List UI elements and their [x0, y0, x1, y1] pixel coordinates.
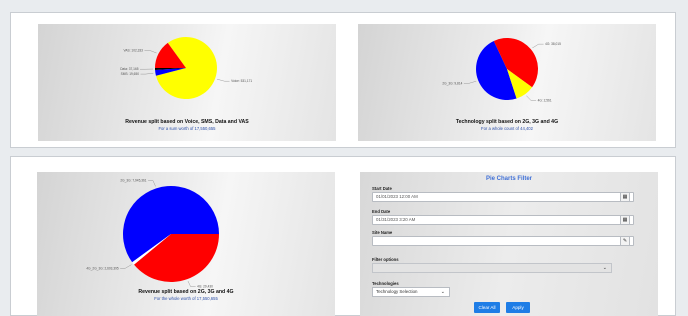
slice-leader-line	[532, 43, 544, 49]
chart-subtitle: For the whole worth of 17,550,655	[154, 296, 218, 301]
technologies-label: Technologies	[372, 281, 399, 286]
chart-subtitle: For a sum worth of 17,550,655	[158, 126, 216, 131]
edit-icon[interactable]: ✎	[620, 236, 630, 246]
chart-title: Revenue split based on Voice, SMS, Data …	[125, 119, 249, 125]
slice-leader-line	[187, 280, 196, 287]
apply-button[interactable]: Apply	[506, 302, 530, 313]
end-date-input[interactable]: 01/31/2023 3:20 AM	[372, 215, 634, 225]
slice-leader-line	[120, 264, 132, 269]
chart-title: Technology split based on 2G, 3G and 4G	[455, 119, 559, 125]
chart-panel-revenue-type: Voice: 531,171 SMS: 19,650 Data: 37,165 VAS…	[38, 24, 336, 141]
slice-leader-line	[144, 50, 157, 54]
slice-leader-line	[217, 79, 230, 82]
slice-leader-line	[526, 95, 537, 101]
slice-label: 4G: 2,561	[538, 99, 552, 103]
technologies-value: Technology Selection	[376, 289, 418, 294]
filter-options-select[interactable]: ⌄	[372, 263, 612, 273]
slice-leader-line	[463, 80, 477, 84]
filter-options-label: Filter options	[372, 257, 399, 262]
slice-label: Voice: 531,171	[231, 79, 252, 83]
chart-subtitle: For a whole count of 44,402	[481, 126, 533, 131]
slice-leader-line	[140, 72, 154, 75]
chart-title: Revenue split based on 2G, 3G and 4G	[138, 289, 234, 295]
end-date-label: End Date	[372, 209, 391, 214]
technologies-select[interactable]: Technology Selection ⌄	[372, 287, 450, 297]
chevron-down-icon: ⌄	[440, 289, 445, 295]
slice-label: SMS: 19,650	[121, 72, 140, 76]
calendar-icon[interactable]: ▦	[620, 215, 630, 225]
slice-label: 4G_2G_3G: 2,603,395	[86, 266, 118, 270]
filter-title: Pie Charts Filter	[485, 176, 532, 182]
slice-leader-line	[148, 180, 156, 187]
start-date-input[interactable]: 01/01/2023 12:00 AM	[372, 192, 634, 202]
site-name-input[interactable]	[372, 236, 634, 246]
calendar-icon[interactable]: ▦	[620, 192, 630, 202]
chart-panel-technology-count: 2G_3G: 9,814 4G: 38,015 4G: 2,561 Technolo…	[358, 24, 656, 141]
site-name-label: Site Name	[372, 230, 393, 235]
slice-label: 2G_3G: 7,945,361	[120, 179, 146, 183]
start-date-label: Start Date	[372, 186, 392, 191]
slice-label: Data: 37,165	[120, 67, 138, 71]
chart-panel-revenue-technology: 2G_3G: 7,945,361 4G: 29,430 4G_2G_3G: 2,60…	[37, 172, 335, 316]
slice-label: 2G_3G: 9,814	[442, 81, 462, 85]
clear-all-button[interactable]: Clear All	[474, 302, 500, 313]
chevron-down-icon: ⌄	[602, 265, 607, 271]
slice-label: VAS: 102,333	[124, 48, 144, 52]
slice-label: 4G: 38,015	[545, 42, 561, 46]
